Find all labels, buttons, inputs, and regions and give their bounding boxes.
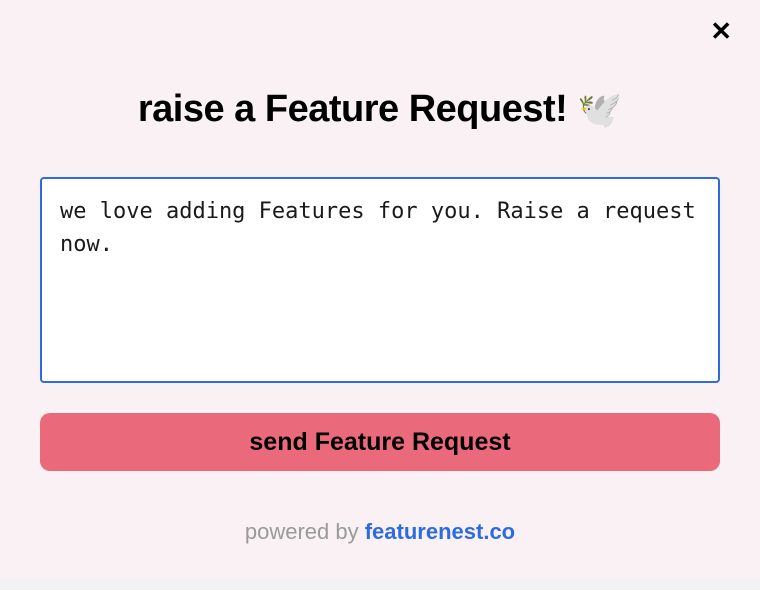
modal-title: raise a Feature Request!: [138, 88, 567, 131]
close-button[interactable]: ✕: [710, 18, 732, 44]
close-icon: ✕: [710, 16, 732, 46]
bottom-strip: [0, 578, 760, 590]
modal-content: raise a Feature Request! 🕊️ we love addi…: [0, 0, 760, 545]
featurenest-link[interactable]: featurenest.co: [365, 519, 515, 544]
footer-prefix: powered by: [245, 519, 365, 544]
feature-request-input[interactable]: we love adding Features for you. Raise a…: [40, 177, 720, 383]
title-row: raise a Feature Request! 🕊️: [138, 88, 622, 131]
powered-by-footer: powered by featurenest.co: [245, 519, 515, 545]
dove-icon: 🕊️: [577, 92, 622, 128]
send-feature-request-button[interactable]: send Feature Request: [40, 413, 720, 471]
